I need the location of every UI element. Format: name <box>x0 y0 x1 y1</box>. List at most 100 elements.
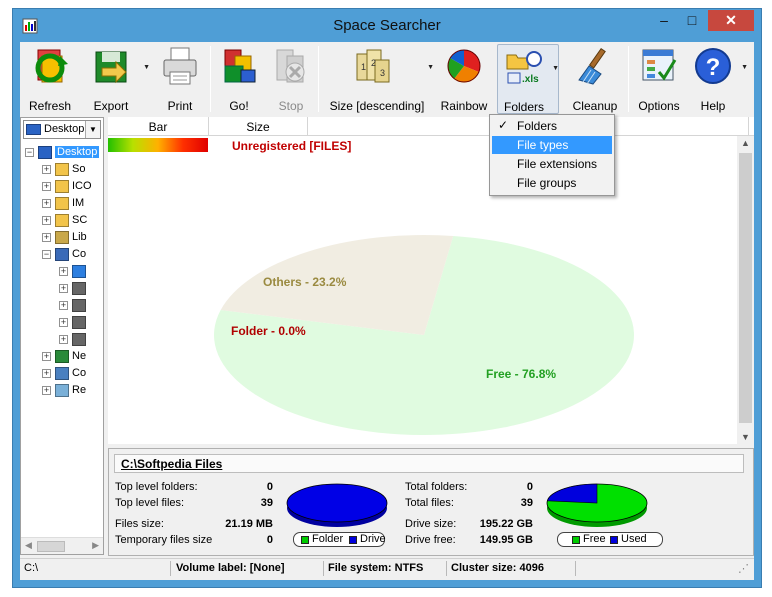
expand-icon[interactable]: + <box>59 301 68 310</box>
cleanup-button[interactable]: Cleanup <box>564 44 626 114</box>
expand-icon[interactable]: + <box>42 369 51 378</box>
current-path[interactable]: C:\Softpedia Files <box>121 457 222 471</box>
expand-icon[interactable]: + <box>59 318 68 327</box>
svg-text:?: ? <box>706 54 721 81</box>
scroll-thumb[interactable] <box>37 541 65 552</box>
tree-node-label: Desktop <box>55 146 100 158</box>
folders-dropdown-arrow[interactable]: ▼ <box>552 65 559 72</box>
expand-icon[interactable]: + <box>42 165 51 174</box>
pie-chart[interactable]: Free - 76.8% Others - 23.2% Folder - 0.0% <box>108 136 737 444</box>
close-button[interactable]: ✕ <box>708 10 754 31</box>
expand-icon[interactable]: + <box>42 199 51 208</box>
files-size-label: Files size: <box>115 518 164 530</box>
folders-label: Folders <box>503 100 544 114</box>
go-label: Go! <box>229 99 249 113</box>
status-volume-label: Volume label: [None] <box>176 562 285 574</box>
go-icon <box>224 49 256 83</box>
menu-item-label: File extensions <box>517 157 598 171</box>
export-dropdown-arrow[interactable]: ▼ <box>143 64 150 71</box>
svg-text:2: 2 <box>371 58 376 68</box>
expand-icon[interactable]: + <box>59 284 68 293</box>
refresh-button[interactable]: Refresh <box>24 44 76 114</box>
tree-node-label: Co <box>72 367 87 379</box>
scroll-up-icon[interactable]: ▲ <box>737 138 754 148</box>
column-bar[interactable]: Bar <box>108 120 208 134</box>
tree-node-label: Re <box>72 384 87 396</box>
status-cluster-size: Cluster size: 4096 <box>451 562 544 574</box>
desktop-icon <box>38 146 52 159</box>
expand-icon[interactable]: + <box>59 335 68 344</box>
help-dropdown-arrow[interactable]: ▼ <box>741 64 748 71</box>
tree-node-label: So <box>72 163 86 175</box>
top-level-folders-value: 0 <box>266 481 273 493</box>
drive-icon <box>72 299 86 312</box>
export-icon <box>95 51 127 84</box>
print-button[interactable]: Print <box>152 44 208 114</box>
sort-icon: 1 2 3 <box>356 49 390 83</box>
stop-label: Stop <box>278 99 304 113</box>
drive-pie-used-slice <box>546 483 598 504</box>
maximize-button[interactable]: □ <box>678 10 706 31</box>
scroll-down-icon[interactable]: ▼ <box>737 432 754 442</box>
sort-button[interactable]: 1 2 3 ▼ Size [descending] <box>322 44 434 114</box>
options-button[interactable]: Options <box>632 44 686 114</box>
menu-item-file-groups[interactable]: File groups <box>492 174 612 192</box>
path-box: C:\Softpedia Files <box>114 454 744 473</box>
column-divider[interactable] <box>307 117 308 135</box>
expand-icon[interactable]: + <box>42 233 51 242</box>
chevron-down-icon[interactable]: ▼ <box>85 121 100 138</box>
scroll-left-icon[interactable]: ◀ <box>25 540 32 551</box>
rainbow-button[interactable]: ▼ Rainbow <box>434 44 506 114</box>
column-size[interactable]: Size <box>209 120 307 134</box>
folders-button[interactable]: .xls ▼ Folders <box>497 44 559 114</box>
info-panel: C:\Softpedia Files Top level folders: 0 … <box>108 448 754 556</box>
print-label: Print <box>167 99 193 113</box>
collapse-icon[interactable]: − <box>25 148 34 157</box>
svg-text:3: 3 <box>380 68 385 78</box>
menu-item-folders[interactable]: ✓ Folders <box>492 117 612 135</box>
status-bar: C:\ Volume label: [None] File system: NT… <box>20 558 754 578</box>
scroll-right-icon[interactable]: ▶ <box>92 540 99 551</box>
recycle-bin-icon <box>55 384 69 397</box>
title-bar[interactable]: Space Searcher – □ ✕ <box>13 9 761 42</box>
menu-item-file-types[interactable]: File types <box>492 136 612 154</box>
menu-item-file-extensions[interactable]: File extensions <box>492 155 612 173</box>
checkmark-icon: ✓ <box>498 118 509 132</box>
pie-label-folder: Folder - 0.0% <box>231 324 306 338</box>
total-files-value: 39 <box>520 497 533 509</box>
help-button[interactable]: ? ▼ Help <box>688 44 750 114</box>
stop-button[interactable]: Stop <box>268 44 314 114</box>
tree-node-label: SC <box>72 214 88 226</box>
export-button[interactable]: ▼ Export <box>82 44 154 114</box>
expand-icon[interactable]: + <box>42 352 51 361</box>
tree-node-label: Ne <box>72 350 87 362</box>
drive-icon <box>72 333 86 346</box>
chart-vertical-scrollbar[interactable]: ▲ ▼ <box>737 136 754 444</box>
stop-icon <box>276 49 305 83</box>
expand-icon[interactable]: + <box>42 386 51 395</box>
options-label: Options <box>638 99 680 113</box>
column-divider[interactable] <box>748 117 749 135</box>
toolbar-separator <box>318 46 319 112</box>
expand-icon[interactable]: + <box>42 216 51 225</box>
folder-drive-legend: Folder Drive <box>293 532 386 547</box>
minimize-button[interactable]: – <box>650 10 678 31</box>
top-level-files-label: Top level files: <box>115 497 185 509</box>
expand-icon[interactable]: + <box>59 267 68 276</box>
collapse-icon[interactable]: − <box>42 250 51 259</box>
svg-text:1: 1 <box>361 62 366 72</box>
resize-grip-icon[interactable]: ⋰ <box>738 562 749 575</box>
tree-horizontal-scrollbar[interactable]: ◀ ▶ <box>21 537 103 554</box>
sort-dropdown-arrow[interactable]: ▼ <box>427 64 434 71</box>
expand-icon[interactable]: + <box>42 182 51 191</box>
scroll-thumb[interactable] <box>739 153 752 423</box>
drive-size-value: 195.22 GB <box>479 518 533 530</box>
drive-combo[interactable]: Desktop ▼ <box>23 120 101 139</box>
client-area: Refresh ▼ Export Print Go! Stop 1 2 3 ▼ … <box>20 42 754 580</box>
temp-files-size-label: Temporary files size <box>115 534 213 546</box>
toolbar-separator <box>628 46 629 112</box>
go-button[interactable]: Go! <box>216 44 262 114</box>
export-label: Export <box>93 99 129 113</box>
drive-size-label: Drive size: <box>405 518 457 530</box>
folder-tree: − Desktop + So + ICO + IM + SC + Lib − Co + + + + + + Ne + Co +… <box>21 143 103 533</box>
